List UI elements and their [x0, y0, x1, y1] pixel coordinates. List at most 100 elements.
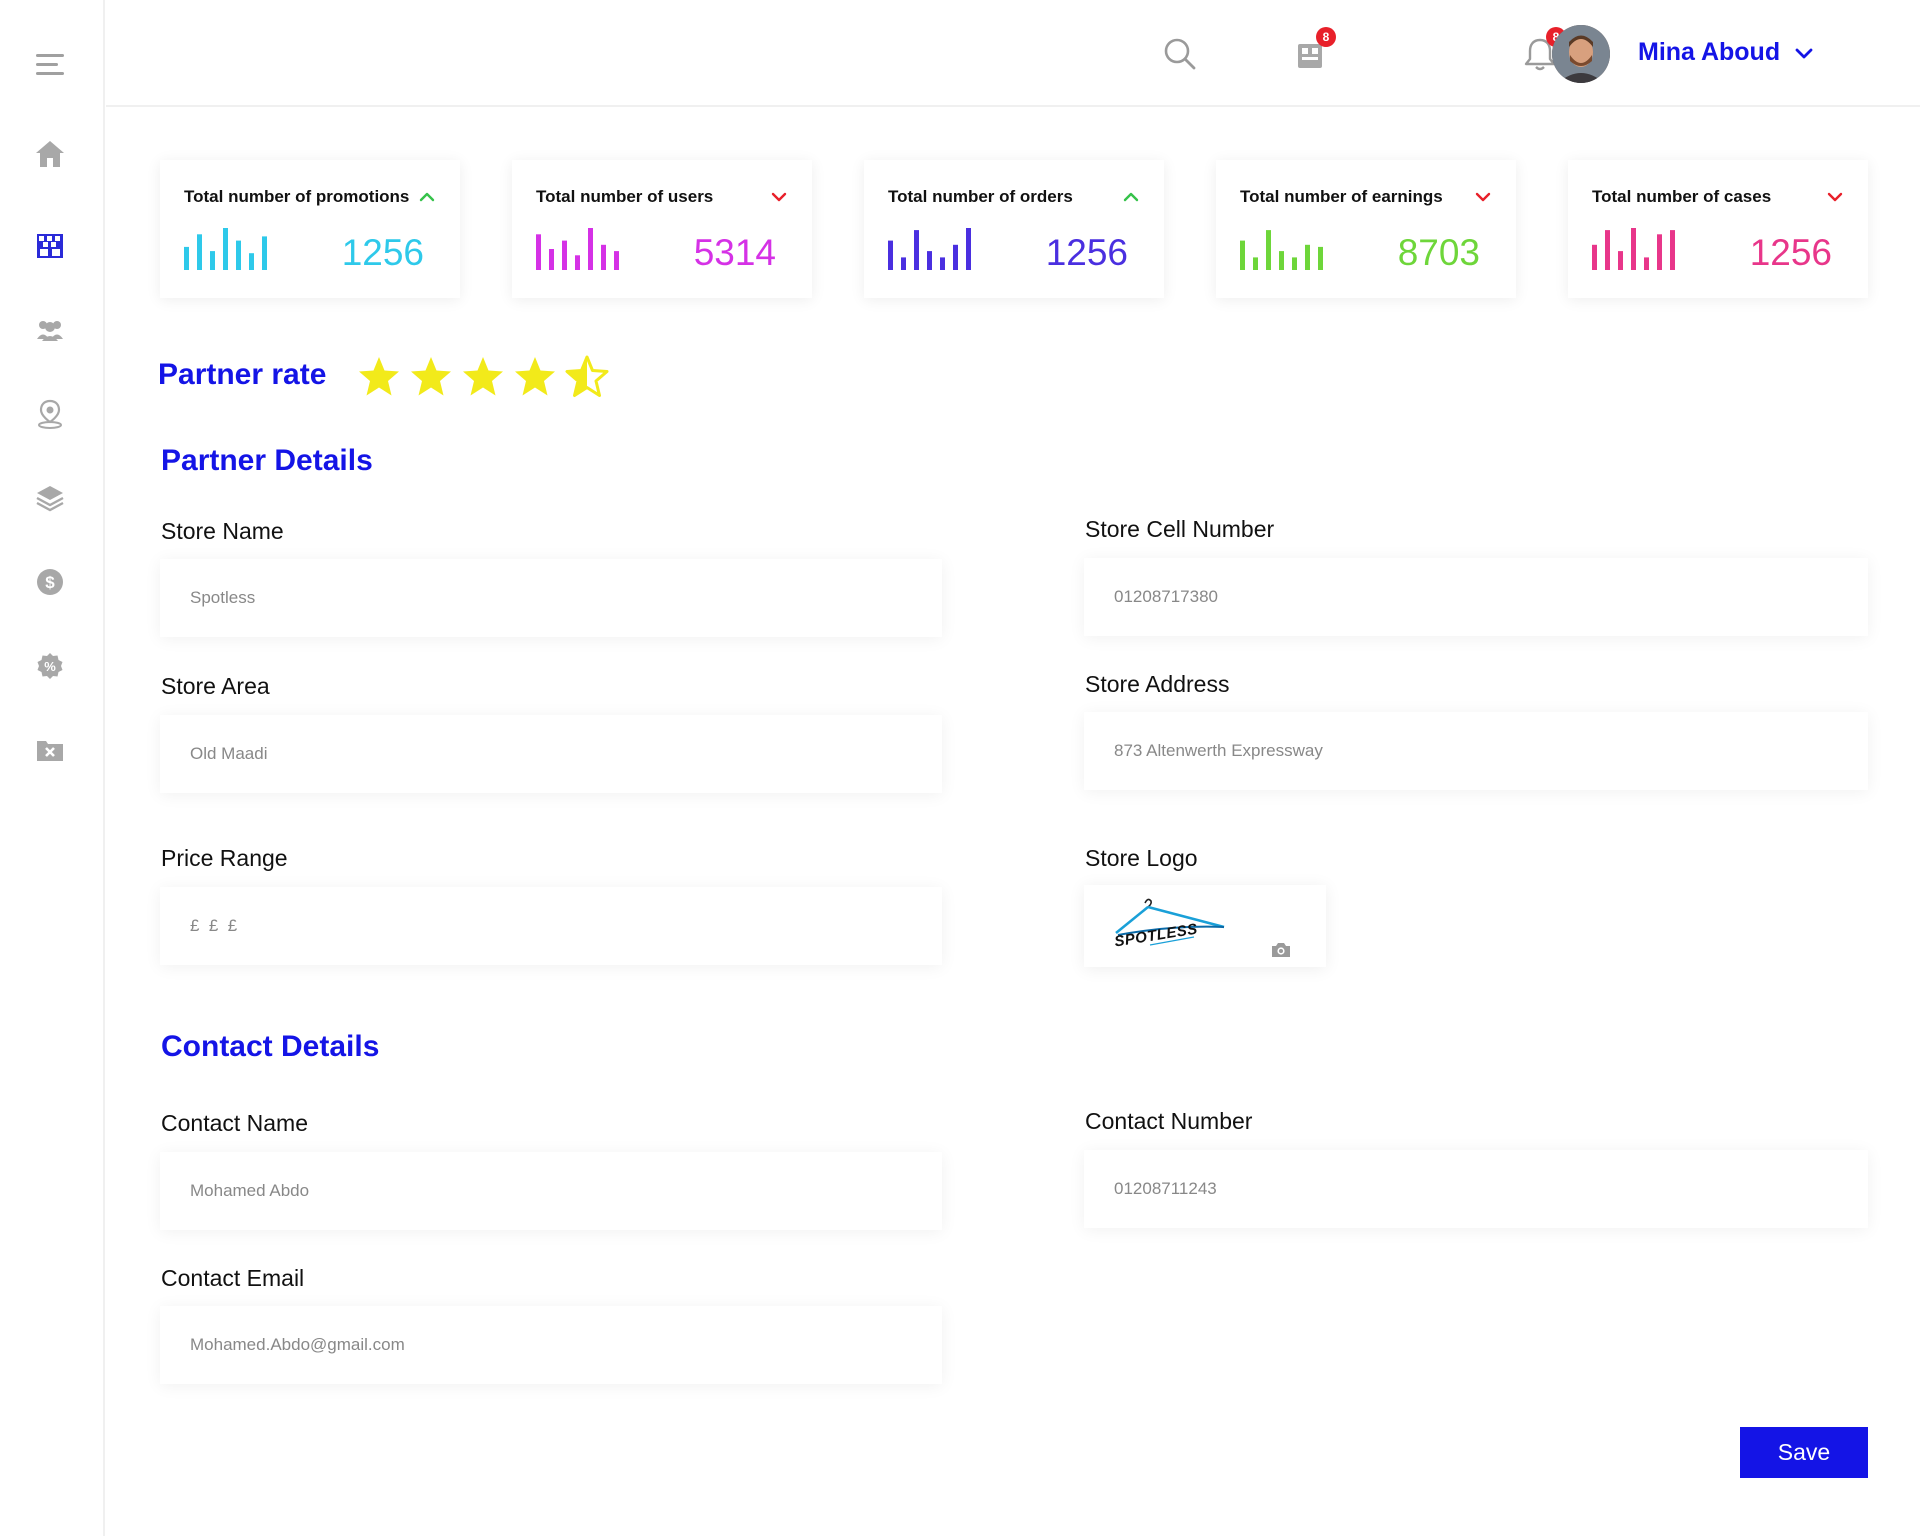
menu-icon[interactable]	[32, 46, 68, 82]
star-icon[interactable]	[512, 354, 558, 400]
partner-details-title: Partner Details	[161, 444, 373, 477]
mini-bar	[1279, 251, 1284, 270]
home-icon[interactable]	[32, 136, 68, 172]
mini-bar-chart	[1592, 228, 1675, 270]
store-name-input[interactable]	[160, 559, 942, 637]
mini-bar	[966, 228, 971, 270]
star-icon[interactable]	[408, 354, 454, 400]
orders-badge: 8	[1316, 27, 1336, 47]
mini-bar	[1253, 257, 1258, 270]
mini-bar	[1644, 257, 1649, 270]
star-icon[interactable]	[564, 354, 610, 400]
contact-name-input[interactable]	[160, 1152, 942, 1230]
trend-arrow-icon	[1827, 192, 1843, 202]
stat-card-users: Total number of users 5314	[512, 160, 812, 298]
store-area-input[interactable]	[160, 715, 942, 793]
mini-bar	[614, 251, 619, 270]
store-address-input[interactable]	[1084, 712, 1868, 790]
mini-bar	[549, 249, 554, 270]
partner-rate-label: Partner rate	[158, 358, 327, 391]
location-icon[interactable]	[32, 396, 68, 432]
user-name[interactable]: Mina Aboud	[1638, 38, 1780, 67]
mini-bar	[249, 253, 254, 270]
mini-bar-chart	[888, 228, 971, 270]
mini-bar	[953, 244, 958, 270]
cancel-folder-icon[interactable]	[32, 732, 68, 768]
mini-bar	[536, 234, 541, 270]
mini-bar	[223, 228, 228, 270]
mini-bar	[197, 234, 202, 270]
sidebar: $ %	[0, 0, 105, 1536]
trend-arrow-icon	[1475, 192, 1491, 202]
stat-card-promotions: Total number of promotions 1256	[160, 160, 460, 298]
stat-value: 5314	[693, 232, 776, 273]
camera-icon[interactable]	[1270, 941, 1292, 959]
stat-value: 1256	[341, 232, 424, 273]
mini-bar	[184, 246, 189, 270]
mini-bar	[1618, 251, 1623, 270]
mini-bar	[901, 257, 906, 270]
mini-bar	[1657, 234, 1662, 270]
search-icon[interactable]	[1160, 34, 1200, 74]
layers-icon[interactable]	[32, 480, 68, 516]
price-range-label: Price Range	[161, 845, 288, 871]
mini-bar	[1605, 230, 1610, 270]
store-cell-label: Store Cell Number	[1085, 516, 1275, 542]
mini-bar	[562, 240, 567, 270]
trend-arrow-icon	[419, 192, 435, 202]
mini-bar	[940, 257, 945, 270]
contact-email-label: Contact Email	[161, 1265, 305, 1291]
stat-title: Total number of promotions	[184, 187, 410, 206]
price-range-input[interactable]	[160, 887, 942, 965]
orders-icon[interactable]: 8	[1290, 27, 1336, 74]
stat-title: Total number of orders	[888, 187, 1073, 206]
mini-bar-chart	[184, 228, 267, 270]
mini-bar	[914, 230, 919, 270]
mini-bar	[575, 255, 580, 270]
store-cell-input[interactable]	[1084, 558, 1868, 636]
partner-rating-stars	[356, 354, 610, 402]
stat-title: Total number of users	[536, 187, 714, 206]
mini-bar	[1292, 257, 1297, 270]
store-logo-upload[interactable]: SPOTLESS	[1084, 885, 1326, 967]
star-icon[interactable]	[460, 354, 506, 400]
mini-bar	[1670, 230, 1675, 270]
mini-bar-chart	[536, 228, 619, 270]
stat-title: Total number of cases	[1592, 187, 1772, 206]
stat-card-cases: Total number of cases 1256	[1568, 160, 1868, 298]
chevron-down-icon[interactable]	[1792, 42, 1816, 66]
contact-details-title: Contact Details	[161, 1030, 380, 1063]
contact-email-input[interactable]	[160, 1306, 942, 1384]
mini-bar	[1592, 244, 1597, 270]
stat-card-earnings: Total number of earnings 8703	[1216, 160, 1516, 298]
trend-arrow-icon	[771, 192, 787, 202]
stat-value: 1256	[1045, 232, 1128, 273]
percent-icon[interactable]: %	[32, 648, 68, 684]
contact-number-label: Contact Number	[1085, 1108, 1253, 1134]
mini-bar	[210, 251, 215, 270]
store-logo-label: Store Logo	[1085, 845, 1198, 871]
store-icon[interactable]	[32, 228, 68, 264]
users-icon[interactable]	[32, 312, 68, 348]
mini-bar	[1266, 230, 1271, 270]
avatar[interactable]	[1552, 25, 1610, 83]
stat-card-orders: Total number of orders 1256	[864, 160, 1164, 298]
save-button[interactable]: Save	[1740, 1427, 1868, 1478]
stat-value: 1256	[1749, 232, 1832, 273]
topbar: 8 8 Mina Aboud	[106, 0, 1920, 107]
store-area-label: Store Area	[161, 673, 270, 699]
mini-bar	[236, 240, 241, 270]
mini-bar	[1240, 240, 1245, 270]
dollar-icon[interactable]: $	[32, 564, 68, 600]
mini-bar	[888, 240, 893, 270]
svg-text:%: %	[44, 659, 56, 674]
stat-title: Total number of earnings	[1240, 187, 1443, 206]
svg-text:$: $	[45, 573, 55, 592]
mini-bar	[1318, 246, 1323, 270]
stat-value: 8703	[1397, 232, 1480, 273]
mini-bar	[1631, 228, 1636, 270]
contact-number-input[interactable]	[1084, 1150, 1868, 1228]
star-icon[interactable]	[356, 354, 402, 400]
trend-arrow-icon	[1123, 192, 1139, 202]
mini-bar	[601, 244, 606, 270]
